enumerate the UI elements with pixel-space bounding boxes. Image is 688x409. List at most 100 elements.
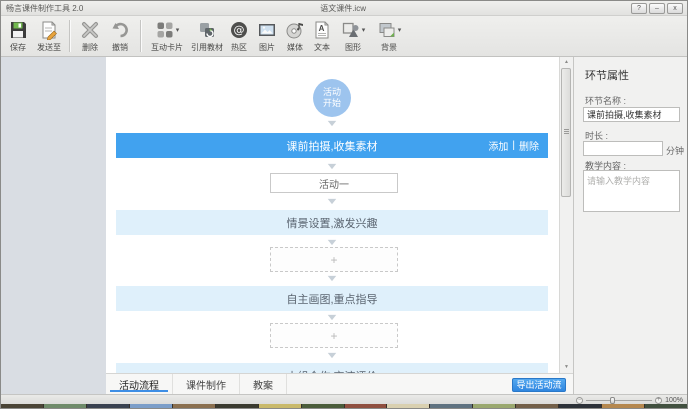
desktop-strip-block bbox=[473, 404, 515, 409]
add-activity-placeholder[interactable]: + bbox=[270, 323, 398, 348]
zoom-slider-handle[interactable] bbox=[610, 397, 615, 404]
cards-icon bbox=[155, 20, 175, 40]
properties-panel: 环节属性 环节名称 : 时长 : 分钟 教学内容 : bbox=[573, 57, 688, 394]
zoom-slider[interactable] bbox=[586, 400, 652, 401]
insert-text-button[interactable]: A 文本 bbox=[309, 19, 335, 53]
textbook-icon bbox=[197, 20, 217, 40]
scroll-up-icon[interactable] bbox=[562, 58, 571, 67]
title-bar: 畅言课件制作工具 2.0 语文课件.icw ? – x bbox=[1, 1, 687, 16]
flow-arrow-icon bbox=[316, 350, 348, 360]
stage-name-label: 环节名称 : bbox=[585, 94, 626, 107]
scrollbar-grip-icon bbox=[564, 129, 569, 130]
flow-arrow-icon bbox=[316, 237, 348, 247]
desktop-strip-block bbox=[173, 404, 215, 409]
chevron-down-icon bbox=[362, 26, 366, 34]
plus-icon: + bbox=[330, 253, 337, 267]
zoom-in-icon[interactable] bbox=[655, 397, 662, 404]
app-window: 畅言课件制作工具 2.0 语文课件.icw ? – x 保存 bbox=[0, 0, 688, 409]
desktop-strip-block bbox=[559, 404, 601, 409]
export-flow-button[interactable]: 导出活动流 bbox=[512, 378, 566, 392]
toolbar-separator bbox=[140, 20, 142, 52]
stage-label: 课前拍摄,收集素材 bbox=[286, 138, 377, 154]
save-icon bbox=[8, 20, 28, 40]
text-icon: A bbox=[312, 20, 332, 40]
desktop-strip-block bbox=[302, 404, 344, 409]
desktop-strip-block bbox=[130, 404, 172, 409]
vertical-scrollbar[interactable] bbox=[559, 57, 573, 373]
panel-title: 环节属性 bbox=[585, 67, 629, 83]
close-button[interactable]: x bbox=[667, 3, 683, 14]
desktop-strip-block bbox=[216, 404, 258, 409]
chevron-down-icon bbox=[398, 26, 402, 34]
desktop-strip-block bbox=[387, 404, 429, 409]
stage-bar[interactable]: 自主画图,重点指导 bbox=[116, 286, 548, 311]
activity-node[interactable]: 活动一 bbox=[270, 173, 398, 193]
plus-icon: + bbox=[330, 329, 337, 343]
hotspot-button[interactable]: @ 热区 bbox=[225, 19, 253, 53]
window-controls: ? – x bbox=[631, 3, 683, 14]
send-to-button[interactable]: 发送至 bbox=[33, 19, 65, 53]
background-icon bbox=[377, 20, 397, 40]
stage-name-input[interactable] bbox=[583, 107, 680, 122]
app-title: 畅言课件制作工具 2.0 bbox=[6, 3, 83, 14]
delete-button[interactable]: 删除 bbox=[75, 19, 105, 53]
image-icon bbox=[257, 20, 277, 40]
svg-text:@: @ bbox=[234, 24, 245, 37]
tab-lesson-plan[interactable]: 教案 bbox=[240, 374, 287, 394]
status-bar: 100% bbox=[1, 394, 687, 404]
teaching-content-textarea[interactable] bbox=[583, 170, 680, 212]
insert-media-button[interactable]: 媒体 bbox=[281, 19, 309, 53]
tab-courseware[interactable]: 课件制作 bbox=[173, 374, 240, 394]
duration-unit: 分钟 bbox=[666, 144, 684, 157]
undo-button[interactable]: 撤销 bbox=[105, 19, 135, 53]
send-icon bbox=[39, 20, 59, 40]
insert-shape-button[interactable]: 图形 bbox=[335, 19, 371, 53]
stage-label: 情景设置,激发兴趣 bbox=[286, 215, 377, 231]
flow-canvas: 活动 开始 课前拍摄,收集素材 添加 | 删除 活动一 情景设置,激发兴趣 + … bbox=[106, 57, 559, 394]
start-node-label-line1: 活动 bbox=[313, 87, 351, 98]
flow-arrow-icon bbox=[316, 161, 348, 171]
zoom-control: 100% bbox=[576, 396, 683, 404]
document-title: 语文课件.icw bbox=[320, 3, 366, 14]
media-icon bbox=[285, 20, 305, 40]
toolbar-separator bbox=[69, 20, 71, 52]
stage-add-link[interactable]: 添加 bbox=[488, 138, 508, 153]
add-activity-placeholder[interactable]: + bbox=[270, 247, 398, 272]
help-button[interactable]: ? bbox=[631, 3, 647, 14]
zoom-level: 100% bbox=[665, 397, 683, 404]
flow-arrow-icon bbox=[316, 118, 348, 128]
desktop-strip-block bbox=[516, 404, 558, 409]
flow-arrow-icon bbox=[316, 312, 348, 322]
stage-delete-link[interactable]: 删除 bbox=[519, 138, 539, 153]
bottom-tab-bar: 活动流程 课件制作 教案 导出活动流 bbox=[106, 373, 573, 394]
duration-input[interactable] bbox=[583, 141, 663, 156]
flow-start-node[interactable]: 活动 开始 bbox=[313, 79, 351, 117]
zoom-out-icon[interactable] bbox=[576, 397, 583, 404]
stage-actions: 添加 | 删除 bbox=[488, 133, 539, 158]
desktop-strip-block bbox=[645, 404, 687, 409]
desktop-strip-block bbox=[430, 404, 472, 409]
desktop-strip-block bbox=[259, 404, 301, 409]
flow-arrow-icon bbox=[316, 273, 348, 283]
insert-image-button[interactable]: 图片 bbox=[253, 19, 281, 53]
start-node-label-line2: 开始 bbox=[313, 98, 351, 109]
cite-textbook-button[interactable]: 引用教材 bbox=[189, 19, 225, 53]
background-button[interactable]: 背景 bbox=[371, 19, 407, 53]
scroll-down-icon[interactable] bbox=[562, 363, 571, 372]
stage-action-divider: | bbox=[512, 140, 515, 151]
toolbar: 保存 发送至 删除 撤销 bbox=[1, 16, 687, 57]
desktop-strip-block bbox=[44, 404, 86, 409]
minimize-button[interactable]: – bbox=[649, 3, 665, 14]
desktop-strip-block bbox=[1, 404, 43, 409]
chevron-down-icon bbox=[176, 26, 180, 34]
tab-activity-flow[interactable]: 活动流程 bbox=[106, 374, 173, 394]
stage-bar[interactable]: 情景设置,激发兴趣 bbox=[116, 210, 548, 235]
stage-bar-selected[interactable]: 课前拍摄,收集素材 添加 | 删除 bbox=[116, 133, 548, 158]
save-button[interactable]: 保存 bbox=[3, 19, 33, 53]
interactive-cards-button[interactable]: 互动卡片 bbox=[145, 19, 189, 53]
desktop-strip-block bbox=[87, 404, 129, 409]
desktop-strip-block bbox=[602, 404, 644, 409]
flow-arrow-icon bbox=[316, 196, 348, 206]
scrollbar-thumb[interactable] bbox=[561, 68, 571, 197]
activity-node-label: 活动一 bbox=[319, 176, 349, 191]
